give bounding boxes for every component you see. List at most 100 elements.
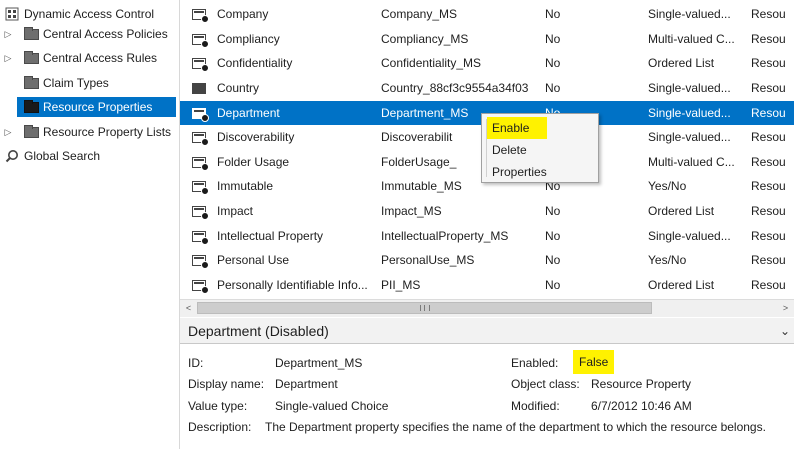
cell-value-type: Ordered List <box>648 56 715 70</box>
cell-id: Company_MS <box>381 7 458 21</box>
cell-object-class: Resou <box>751 32 786 46</box>
tree-item-central-access-policies[interactable]: ▷ Central Access Policies <box>0 24 180 44</box>
cell-id: PersonalUse_MS <box>381 253 475 267</box>
cell-display-name: Immutable <box>217 179 274 193</box>
table-row[interactable]: Confidentiality Confidentiality_MS No Or… <box>180 51 794 75</box>
id-label: ID: <box>188 356 204 370</box>
resource-property-disabled-icon <box>192 206 209 220</box>
cell-object-class: Resou <box>751 278 786 292</box>
cell-value-type: Ordered List <box>648 204 715 218</box>
cell-object-class: Resou <box>751 7 786 21</box>
tree-item-label: Resource Property Lists <box>43 125 172 139</box>
resource-property-disabled-icon <box>192 132 209 146</box>
tree-item-label: Central Access Rules <box>43 51 158 65</box>
folder-icon <box>24 125 39 138</box>
object-class-value: Resource Property <box>591 377 692 391</box>
cell-id: IntellectualProperty_MS <box>381 229 509 243</box>
table-row[interactable]: Country Country_88cf3c9554a34f03 No Sing… <box>180 76 794 100</box>
expand-arrow-icon[interactable]: ▷ <box>4 122 12 142</box>
resource-property-disabled-icon <box>192 157 209 171</box>
cell-object-class: Resou <box>751 229 786 243</box>
tree-item-label: Global Search <box>24 149 101 163</box>
dynamic-access-control-icon <box>5 7 19 21</box>
cell-value-type: Multi-valued C... <box>648 32 735 46</box>
tree-item-resource-properties[interactable]: Resource Properties <box>0 97 180 117</box>
menu-item-properties[interactable]: Properties <box>489 161 592 183</box>
table-row[interactable]: Company Company_MS No Single-valued... R… <box>180 2 794 26</box>
table-row[interactable]: Personal Use PersonalUse_MS No Yes/No Re… <box>180 248 794 272</box>
resource-property-disabled-icon <box>192 9 209 23</box>
cell-display-name: Folder Usage <box>217 155 290 169</box>
display-name-label: Display name: <box>188 377 265 391</box>
value-type-label: Value type: <box>188 399 248 413</box>
navigation-tree: Dynamic Access Control ▷ Central Access … <box>0 0 180 449</box>
enabled-value: False <box>573 350 615 374</box>
resource-property-icon <box>192 83 206 94</box>
table-row[interactable]: Intellectual Property IntellectualProper… <box>180 224 794 248</box>
tree-item-label: Central Access Policies <box>43 27 168 41</box>
grip-icon <box>419 305 430 311</box>
expand-arrow-icon[interactable]: ▷ <box>4 24 12 44</box>
menu-item-enable[interactable]: Enable <box>487 117 547 139</box>
cell-value-type: Ordered List <box>648 278 715 292</box>
resource-property-disabled-icon <box>192 255 209 269</box>
object-class-label: Object class: <box>511 377 580 391</box>
context-menu: Enable Delete Properties <box>481 113 599 183</box>
cell-enabled: No <box>545 229 561 243</box>
tree-item-claim-types[interactable]: Claim Types <box>0 73 180 93</box>
enabled-label: Enabled: <box>511 356 559 370</box>
cell-enabled: No <box>545 253 561 267</box>
cell-enabled: No <box>545 56 561 70</box>
cell-value-type: Single-valued... <box>648 106 731 120</box>
folder-icon <box>24 51 39 64</box>
table-row[interactable]: Compliancy Compliancy_MS No Multi-valued… <box>180 27 794 51</box>
cell-object-class: Resou <box>751 204 786 218</box>
cell-enabled: No <box>545 278 561 292</box>
cell-display-name: Personal Use <box>217 253 290 267</box>
cell-display-name: Country <box>217 81 260 95</box>
folder-icon <box>24 76 39 89</box>
cell-id: Confidentiality_MS <box>381 56 482 70</box>
cell-value-type: Yes/No <box>648 253 687 267</box>
cell-display-name: Department <box>217 106 280 120</box>
cell-value-type: Single-valued... <box>648 7 731 21</box>
resource-property-disabled-icon <box>192 231 209 245</box>
cell-display-name: Confidentiality <box>217 56 293 70</box>
expand-arrow-icon[interactable]: ▷ <box>4 48 12 68</box>
cell-id: PII_MS <box>381 278 421 292</box>
cell-value-type: Single-valued... <box>648 81 731 95</box>
tree-item-global-search[interactable]: Global Search <box>0 146 180 166</box>
scrollbar-thumb[interactable] <box>197 302 652 314</box>
cell-enabled: No <box>545 81 561 95</box>
details-pane: ID: Department_MS Enabled: False Display… <box>180 344 794 449</box>
menu-item-delete[interactable]: Delete <box>489 139 592 161</box>
cell-display-name: Intellectual Property <box>217 229 324 243</box>
cell-enabled: No <box>545 204 561 218</box>
scroll-left-button[interactable]: < <box>180 300 197 317</box>
cell-object-class: Resou <box>751 106 786 120</box>
tree-item-central-access-rules[interactable]: ▷ Central Access Rules <box>0 48 180 68</box>
resource-property-disabled-icon <box>192 181 209 195</box>
cell-enabled: No <box>545 32 561 46</box>
collapse-chevron-icon[interactable]: ⌄ <box>780 318 790 344</box>
cell-object-class: Resou <box>751 56 786 70</box>
tree-item-label: Claim Types <box>43 76 109 90</box>
table-row[interactable]: Personally Identifiable Info... PII_MS N… <box>180 273 794 297</box>
cell-display-name: Discoverability <box>217 130 295 144</box>
scroll-right-button[interactable]: > <box>777 300 794 317</box>
modified-value: 6/7/2012 10:46 AM <box>591 399 692 413</box>
display-name-value: Department <box>275 377 338 391</box>
resource-property-disabled-icon <box>192 280 209 294</box>
cell-enabled: No <box>545 7 561 21</box>
cell-display-name: Company <box>217 7 269 21</box>
horizontal-scrollbar[interactable]: < > <box>180 299 794 317</box>
cell-object-class: Resou <box>751 253 786 267</box>
details-header[interactable]: Department (Disabled) ⌄ <box>180 318 794 344</box>
table-row[interactable]: Impact Impact_MS No Ordered List Resou <box>180 199 794 223</box>
tree-node-dynamic-access-control[interactable]: Dynamic Access Control <box>0 4 180 24</box>
resource-property-disabled-icon <box>192 34 209 48</box>
resource-property-disabled-icon <box>192 108 209 122</box>
folder-icon <box>24 27 39 40</box>
tree-item-resource-property-lists[interactable]: ▷ Resource Property Lists <box>0 122 180 142</box>
cell-display-name: Impact <box>217 204 254 218</box>
